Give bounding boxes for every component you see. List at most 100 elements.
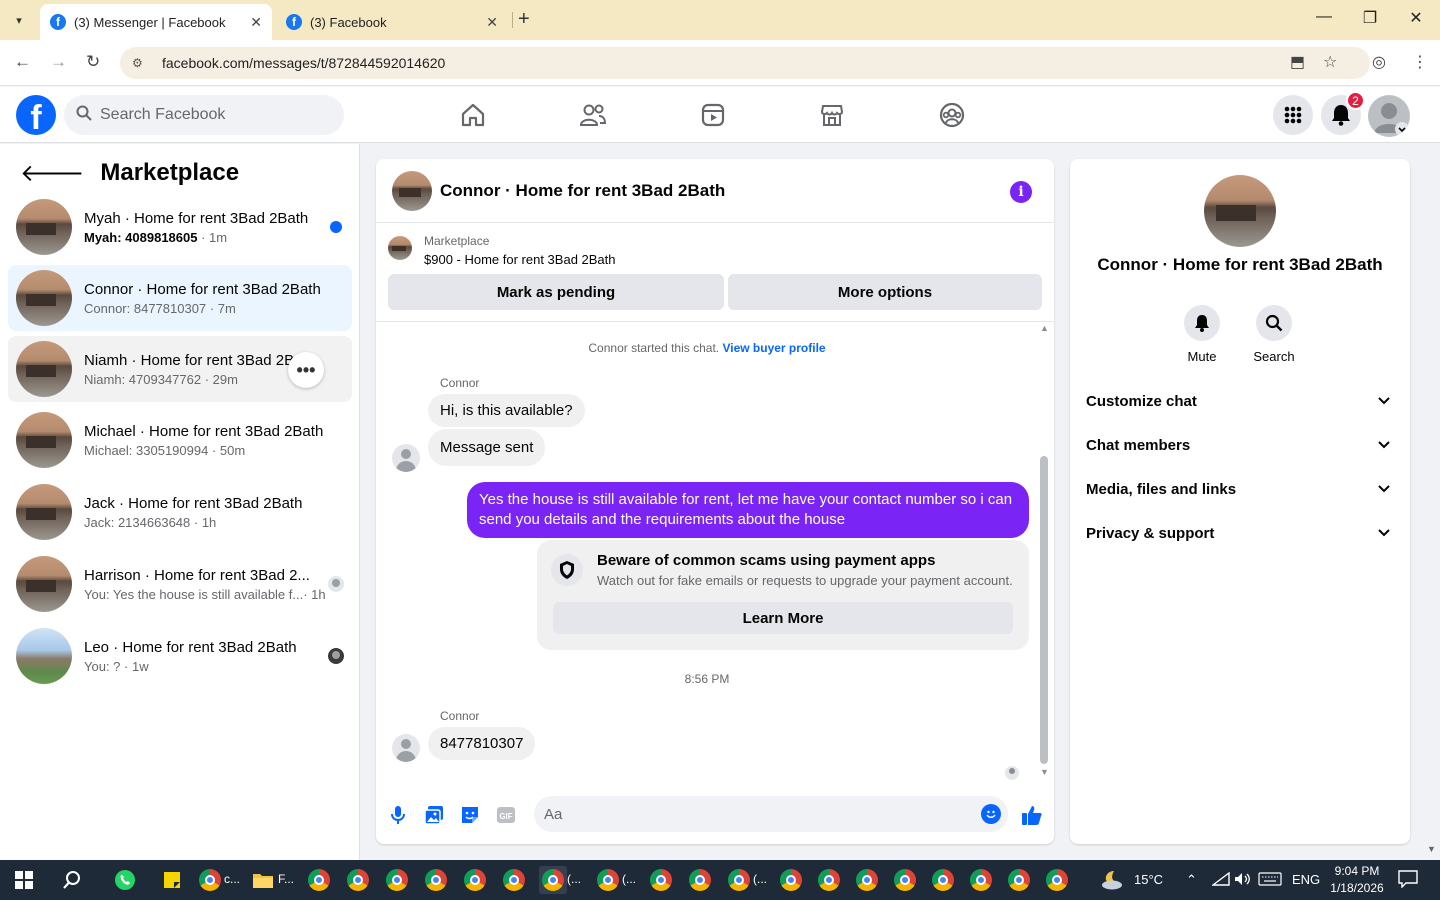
video-icon[interactable] — [693, 99, 733, 131]
chrome-taskbar-icon[interactable] — [929, 866, 957, 894]
conversation-item-niamh[interactable]: Niamh · Home for rent 3Bad 2B Niamh: 470… — [8, 336, 352, 402]
message-input[interactable] — [534, 796, 1008, 832]
volume-speaker-icon[interactable] — [1234, 872, 1252, 889]
chat-title[interactable]: Connor · Home for rent 3Bad 2Bath — [440, 181, 725, 201]
emoji-icon[interactable] — [981, 804, 1001, 824]
search-input[interactable] — [100, 106, 330, 124]
privacy-support-section[interactable]: Privacy & support — [1086, 513, 1394, 553]
conversation-item-jack[interactable]: Jack · Home for rent 3Bad 2Bath Jack: 21… — [8, 479, 352, 545]
more-options-button[interactable]: More options — [728, 274, 1042, 310]
incoming-message[interactable]: Hi, is this available? — [428, 394, 585, 427]
menu-grid-icon[interactable] — [1273, 95, 1313, 135]
notifications-bell-icon[interactable]: 2 — [1321, 91, 1365, 135]
network-wifi-icon[interactable] — [1210, 871, 1230, 889]
incoming-message[interactable]: Message sent — [428, 429, 546, 466]
chrome-taskbar-icon[interactable] — [815, 866, 843, 894]
outgoing-message[interactable]: Yes the house is still available for ren… — [467, 482, 1029, 538]
chrome-taskbar-icon[interactable] — [777, 866, 805, 894]
view-buyer-profile-link[interactable]: View buyer profile — [722, 341, 825, 355]
keyboard-icon[interactable] — [1258, 872, 1282, 889]
window-close-icon[interactable]: ✕ — [1396, 8, 1436, 28]
weather-temperature[interactable]: 15°C — [1134, 872, 1163, 887]
weather-moon-icon[interactable] — [1098, 866, 1126, 894]
input-language[interactable]: ENG — [1292, 872, 1320, 887]
chrome-taskbar-icon[interactable] — [461, 866, 489, 894]
forward-arrow-icon[interactable]: → — [50, 52, 67, 72]
chrome-taskbar-icon-active[interactable] — [539, 866, 567, 894]
media-files-links-section[interactable]: Media, files and links — [1086, 469, 1394, 509]
chrome-taskbar-icon[interactable] — [647, 866, 675, 894]
facebook-logo-icon[interactable]: f — [16, 95, 56, 135]
reload-icon[interactable]: ↻ — [86, 52, 100, 72]
scroll-up-arrow-icon[interactable]: ▲ — [1040, 323, 1049, 333]
photo-icon[interactable] — [422, 803, 446, 827]
conversation-item-leo[interactable]: Leo · Home for rent 3Bad 2Bath You: ? · … — [8, 623, 352, 689]
new-tab-plus-icon[interactable]: + — [518, 8, 530, 31]
chrome-taskbar-icon[interactable] — [967, 866, 995, 894]
customize-chat-section[interactable]: Customize chat — [1086, 381, 1394, 421]
info-icon[interactable]: i — [1010, 181, 1032, 203]
conversation-item-myah[interactable]: Myah · Home for rent 3Bad 2Bath Myah: 40… — [8, 194, 352, 260]
taskbar-clock[interactable]: 9:04 PM 1/18/2026 — [1322, 863, 1392, 897]
chrome-taskbar-icon[interactable] — [891, 866, 919, 894]
listing-title[interactable]: $900 - Home for rent 3Bad 2Bath — [424, 252, 616, 267]
learn-more-button[interactable]: Learn More — [553, 602, 1013, 634]
thumbs-up-icon[interactable] — [1020, 803, 1044, 827]
conversation-item-michael[interactable]: Michael · Home for rent 3Bad 2Bath Micha… — [8, 407, 352, 473]
chrome-taskbar-icon[interactable] — [344, 866, 372, 894]
chrome-taskbar-icon[interactable] — [500, 866, 528, 894]
profile-icon[interactable]: ◎ — [1372, 52, 1386, 72]
chrome-taskbar-icon[interactable] — [383, 866, 411, 894]
microphone-icon[interactable] — [386, 803, 410, 827]
chrome-taskbar-icon[interactable] — [594, 866, 622, 894]
minimize-icon[interactable]: — — [1304, 8, 1344, 26]
sticky-notes-icon[interactable] — [158, 866, 186, 894]
chrome-taskbar-icon[interactable] — [422, 866, 450, 894]
install-app-icon[interactable]: ⬒ — [1290, 52, 1305, 72]
site-info-icon[interactable]: ⚙ — [132, 56, 148, 70]
gif-icon[interactable]: GIF — [494, 803, 518, 827]
page-scroll-down-arrow-icon[interactable]: ▼ — [1427, 844, 1436, 854]
chrome-taskbar-icon[interactable] — [853, 866, 881, 894]
incoming-message[interactable]: 8477810307 — [428, 727, 536, 760]
chrome-taskbar-icon[interactable] — [1043, 866, 1071, 894]
chrome-taskbar-icon[interactable] — [196, 866, 224, 894]
sticker-icon[interactable] — [458, 803, 482, 827]
conversation-item-connor[interactable]: Connor · Home for rent 3Bad 2Bath Connor… — [8, 265, 352, 331]
chrome-taskbar-icon[interactable] — [725, 866, 753, 894]
maximize-icon[interactable]: ❐ — [1350, 8, 1390, 28]
show-hidden-icons-chevron-icon[interactable]: ⌃ — [1186, 872, 1197, 888]
back-arrow-icon[interactable]: ← — [14, 52, 31, 72]
groups-icon[interactable] — [932, 99, 972, 131]
mark-as-pending-button[interactable]: Mark as pending — [388, 274, 724, 310]
search-conversation-button[interactable]: Search — [1244, 305, 1304, 364]
chrome-taskbar-icon[interactable] — [686, 866, 714, 894]
bookmark-star-icon[interactable]: ☆ — [1323, 52, 1337, 72]
scrollbar-thumb[interactable] — [1040, 456, 1048, 764]
friends-icon[interactable] — [573, 99, 613, 131]
contact-avatar[interactable] — [1204, 175, 1276, 247]
back-arrow-icon[interactable]: 🡐 — [20, 158, 84, 188]
more-options-dots-icon[interactable]: ••• — [288, 352, 324, 388]
mute-button[interactable]: Mute — [1172, 305, 1232, 364]
whatsapp-icon[interactable] — [111, 866, 139, 894]
notification-center-icon[interactable] — [1398, 870, 1418, 891]
tab-close-icon[interactable]: ✕ — [250, 14, 262, 31]
conversation-item-harrison[interactable]: Harrison · Home for rent 3Bad 2... You: … — [8, 551, 352, 617]
sender-avatar[interactable] — [392, 444, 420, 472]
browser-tab-messenger[interactable]: f (3) Messenger | Facebook ✕ — [40, 4, 272, 40]
chrome-taskbar-icon[interactable] — [1005, 866, 1033, 894]
chat-members-section[interactable]: Chat members — [1086, 425, 1394, 465]
scroll-down-arrow-icon[interactable]: ▼ — [1040, 767, 1049, 777]
sender-avatar[interactable] — [392, 734, 420, 762]
file-explorer-icon[interactable] — [249, 866, 277, 894]
taskbar-search-icon[interactable] — [58, 866, 86, 894]
listing-thumbnail[interactable] — [388, 236, 412, 260]
windows-start-icon[interactable] — [10, 866, 38, 894]
chat-scrollbar[interactable]: ▲ ▼ — [1038, 323, 1050, 781]
chrome-taskbar-icon[interactable] — [305, 866, 333, 894]
account-avatar[interactable] — [1368, 95, 1410, 137]
browser-menu-icon[interactable]: ⋮ — [1412, 52, 1428, 72]
facebook-search-box[interactable] — [64, 95, 344, 135]
browser-tab-facebook[interactable]: f (3) Facebook ✕ — [276, 4, 508, 40]
